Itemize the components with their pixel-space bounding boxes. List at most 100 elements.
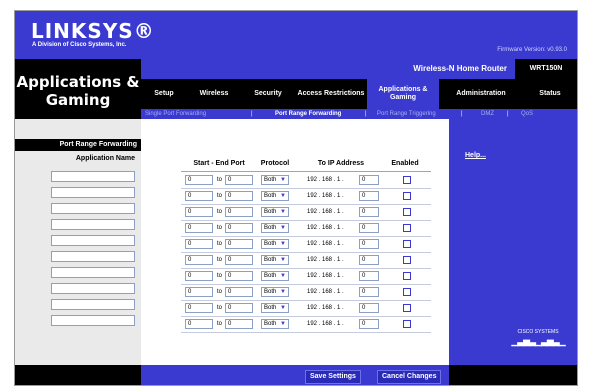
ip-last-octet-input[interactable]: 0 — [359, 239, 379, 249]
ip-last-octet-input[interactable]: 0 — [359, 271, 379, 281]
end-port-input[interactable]: 0 — [225, 239, 253, 249]
tab-applications-gaming[interactable]: Applications & Gaming — [367, 79, 439, 109]
to-label: to — [217, 177, 223, 183]
end-port-input[interactable]: 0 — [225, 175, 253, 185]
tab-setup[interactable]: Setup — [141, 79, 187, 109]
ip-prefix: 192 . 168 . 1 . — [307, 209, 344, 215]
chevron-down-icon: ▼ — [280, 273, 286, 279]
start-port-input[interactable]: 0 — [185, 207, 213, 217]
app-name-input[interactable] — [51, 283, 135, 294]
start-end-port-header: Start - End Port — [193, 160, 245, 167]
tab-administration[interactable]: Administration — [439, 79, 523, 109]
enabled-checkbox[interactable] — [403, 192, 411, 200]
start-port-input[interactable]: 0 — [185, 255, 213, 265]
end-port-input[interactable]: 0 — [225, 207, 253, 217]
main-panel: Start - End Port Protocol To IP Address … — [149, 119, 449, 365]
enabled-checkbox[interactable] — [403, 320, 411, 328]
page-title-box: Applications & Gaming — [15, 59, 141, 119]
ip-last-octet-input[interactable]: 0 — [359, 255, 379, 265]
ip-prefix: 192 . 168 . 1 . — [307, 241, 344, 247]
help-link[interactable]: Help... — [465, 151, 486, 160]
enabled-checkbox[interactable] — [403, 176, 411, 184]
subtab-qos[interactable]: QoS — [521, 110, 533, 118]
app-name-input[interactable] — [51, 299, 135, 310]
start-port-input[interactable]: 0 — [185, 223, 213, 233]
ip-last-octet-input[interactable]: 0 — [359, 207, 379, 217]
start-port-input[interactable]: 0 — [185, 271, 213, 281]
to-label: to — [217, 193, 223, 199]
table-row: 0 to 0 Both ▼ 192 . 168 . 1 .0 — [181, 316, 431, 333]
save-settings-button[interactable]: Save Settings — [305, 370, 361, 384]
chevron-down-icon: ▼ — [280, 289, 286, 295]
ip-last-octet-input[interactable]: 0 — [359, 287, 379, 297]
ip-prefix: 192 . 168 . 1 . — [307, 257, 344, 263]
cancel-changes-button[interactable]: Cancel Changes — [377, 370, 442, 384]
protocol-select[interactable]: Both ▼ — [261, 271, 289, 281]
product-model: WRT150N — [515, 59, 577, 79]
enabled-checkbox[interactable] — [403, 304, 411, 312]
enabled-checkbox[interactable] — [403, 288, 411, 296]
table-row: 0 to 0 Both ▼ 192 . 168 . 1 .0 — [181, 284, 431, 301]
end-port-input[interactable]: 0 — [225, 223, 253, 233]
section-title: Port Range Forwarding — [15, 139, 141, 151]
ip-last-octet-input[interactable]: 0 — [359, 175, 379, 185]
ip-prefix: 192 . 168 . 1 . — [307, 177, 344, 183]
protocol-select[interactable]: Both ▼ — [261, 287, 289, 297]
protocol-select[interactable]: Both ▼ — [261, 319, 289, 329]
start-port-input[interactable]: 0 — [185, 287, 213, 297]
tab-status[interactable]: Status — [523, 79, 577, 109]
protocol-select[interactable]: Both ▼ — [261, 207, 289, 217]
protocol-select[interactable]: Both ▼ — [261, 191, 289, 201]
product-line: Wireless-N Home Router WRT150N — [141, 59, 577, 79]
start-port-input[interactable]: 0 — [185, 175, 213, 185]
subtab-dmz[interactable]: DMZ — [481, 110, 494, 118]
ip-last-octet-input[interactable]: 0 — [359, 319, 379, 329]
end-port-input[interactable]: 0 — [225, 287, 253, 297]
app-name-input[interactable] — [51, 267, 135, 278]
subtab-single-port-forwarding[interactable]: Single Port Forwarding — [145, 110, 206, 118]
protocol-select[interactable]: Both ▼ — [261, 175, 289, 185]
tab-wireless[interactable]: Wireless — [187, 79, 241, 109]
main-tabs: Setup Wireless Security Access Restricti… — [141, 79, 577, 109]
enabled-checkbox[interactable] — [403, 224, 411, 232]
start-port-input[interactable]: 0 — [185, 239, 213, 249]
start-port-input[interactable]: 0 — [185, 319, 213, 329]
tab-security[interactable]: Security — [241, 79, 295, 109]
cisco-bars-icon: ▁▃▅▃▁▃▅▃▁ — [511, 336, 565, 346]
tab-access-restrictions[interactable]: Access Restrictions — [295, 79, 367, 109]
footer-left — [15, 365, 141, 385]
ip-last-octet-input[interactable]: 0 — [359, 303, 379, 313]
start-port-input[interactable]: 0 — [185, 303, 213, 313]
end-port-input[interactable]: 0 — [225, 191, 253, 201]
to-label: to — [217, 273, 223, 279]
protocol-select[interactable]: Both ▼ — [261, 239, 289, 249]
table-row: 0 to 0 Both ▼ 192 . 168 . 1 .0 — [181, 188, 431, 205]
app-name-input[interactable] — [51, 315, 135, 326]
end-port-input[interactable]: 0 — [225, 303, 253, 313]
app-name-input[interactable] — [51, 235, 135, 246]
end-port-input[interactable]: 0 — [225, 319, 253, 329]
chevron-down-icon: ▼ — [280, 241, 286, 247]
ip-last-octet-input[interactable]: 0 — [359, 223, 379, 233]
enabled-checkbox[interactable] — [403, 240, 411, 248]
app-name-input[interactable] — [51, 171, 135, 182]
end-port-input[interactable]: 0 — [225, 255, 253, 265]
enabled-checkbox[interactable] — [403, 208, 411, 216]
table-row: 0 to 0 Both ▼ 192 . 168 . 1 .0 — [181, 236, 431, 253]
enabled-checkbox[interactable] — [403, 272, 411, 280]
subtab-port-range-triggering[interactable]: Port Range Triggering — [377, 110, 436, 118]
start-port-input[interactable]: 0 — [185, 191, 213, 201]
app-name-input[interactable] — [51, 187, 135, 198]
end-port-input[interactable]: 0 — [225, 271, 253, 281]
app-name-input[interactable] — [51, 251, 135, 262]
protocol-select[interactable]: Both ▼ — [261, 303, 289, 313]
to-label: to — [217, 241, 223, 247]
app-name-input[interactable] — [51, 219, 135, 230]
ip-last-octet-input[interactable]: 0 — [359, 191, 379, 201]
protocol-header: Protocol — [260, 160, 290, 167]
protocol-select[interactable]: Both ▼ — [261, 223, 289, 233]
protocol-select[interactable]: Both ▼ — [261, 255, 289, 265]
app-name-input[interactable] — [51, 203, 135, 214]
subtab-port-range-forwarding[interactable]: Port Range Forwarding — [275, 110, 341, 118]
enabled-checkbox[interactable] — [403, 256, 411, 264]
